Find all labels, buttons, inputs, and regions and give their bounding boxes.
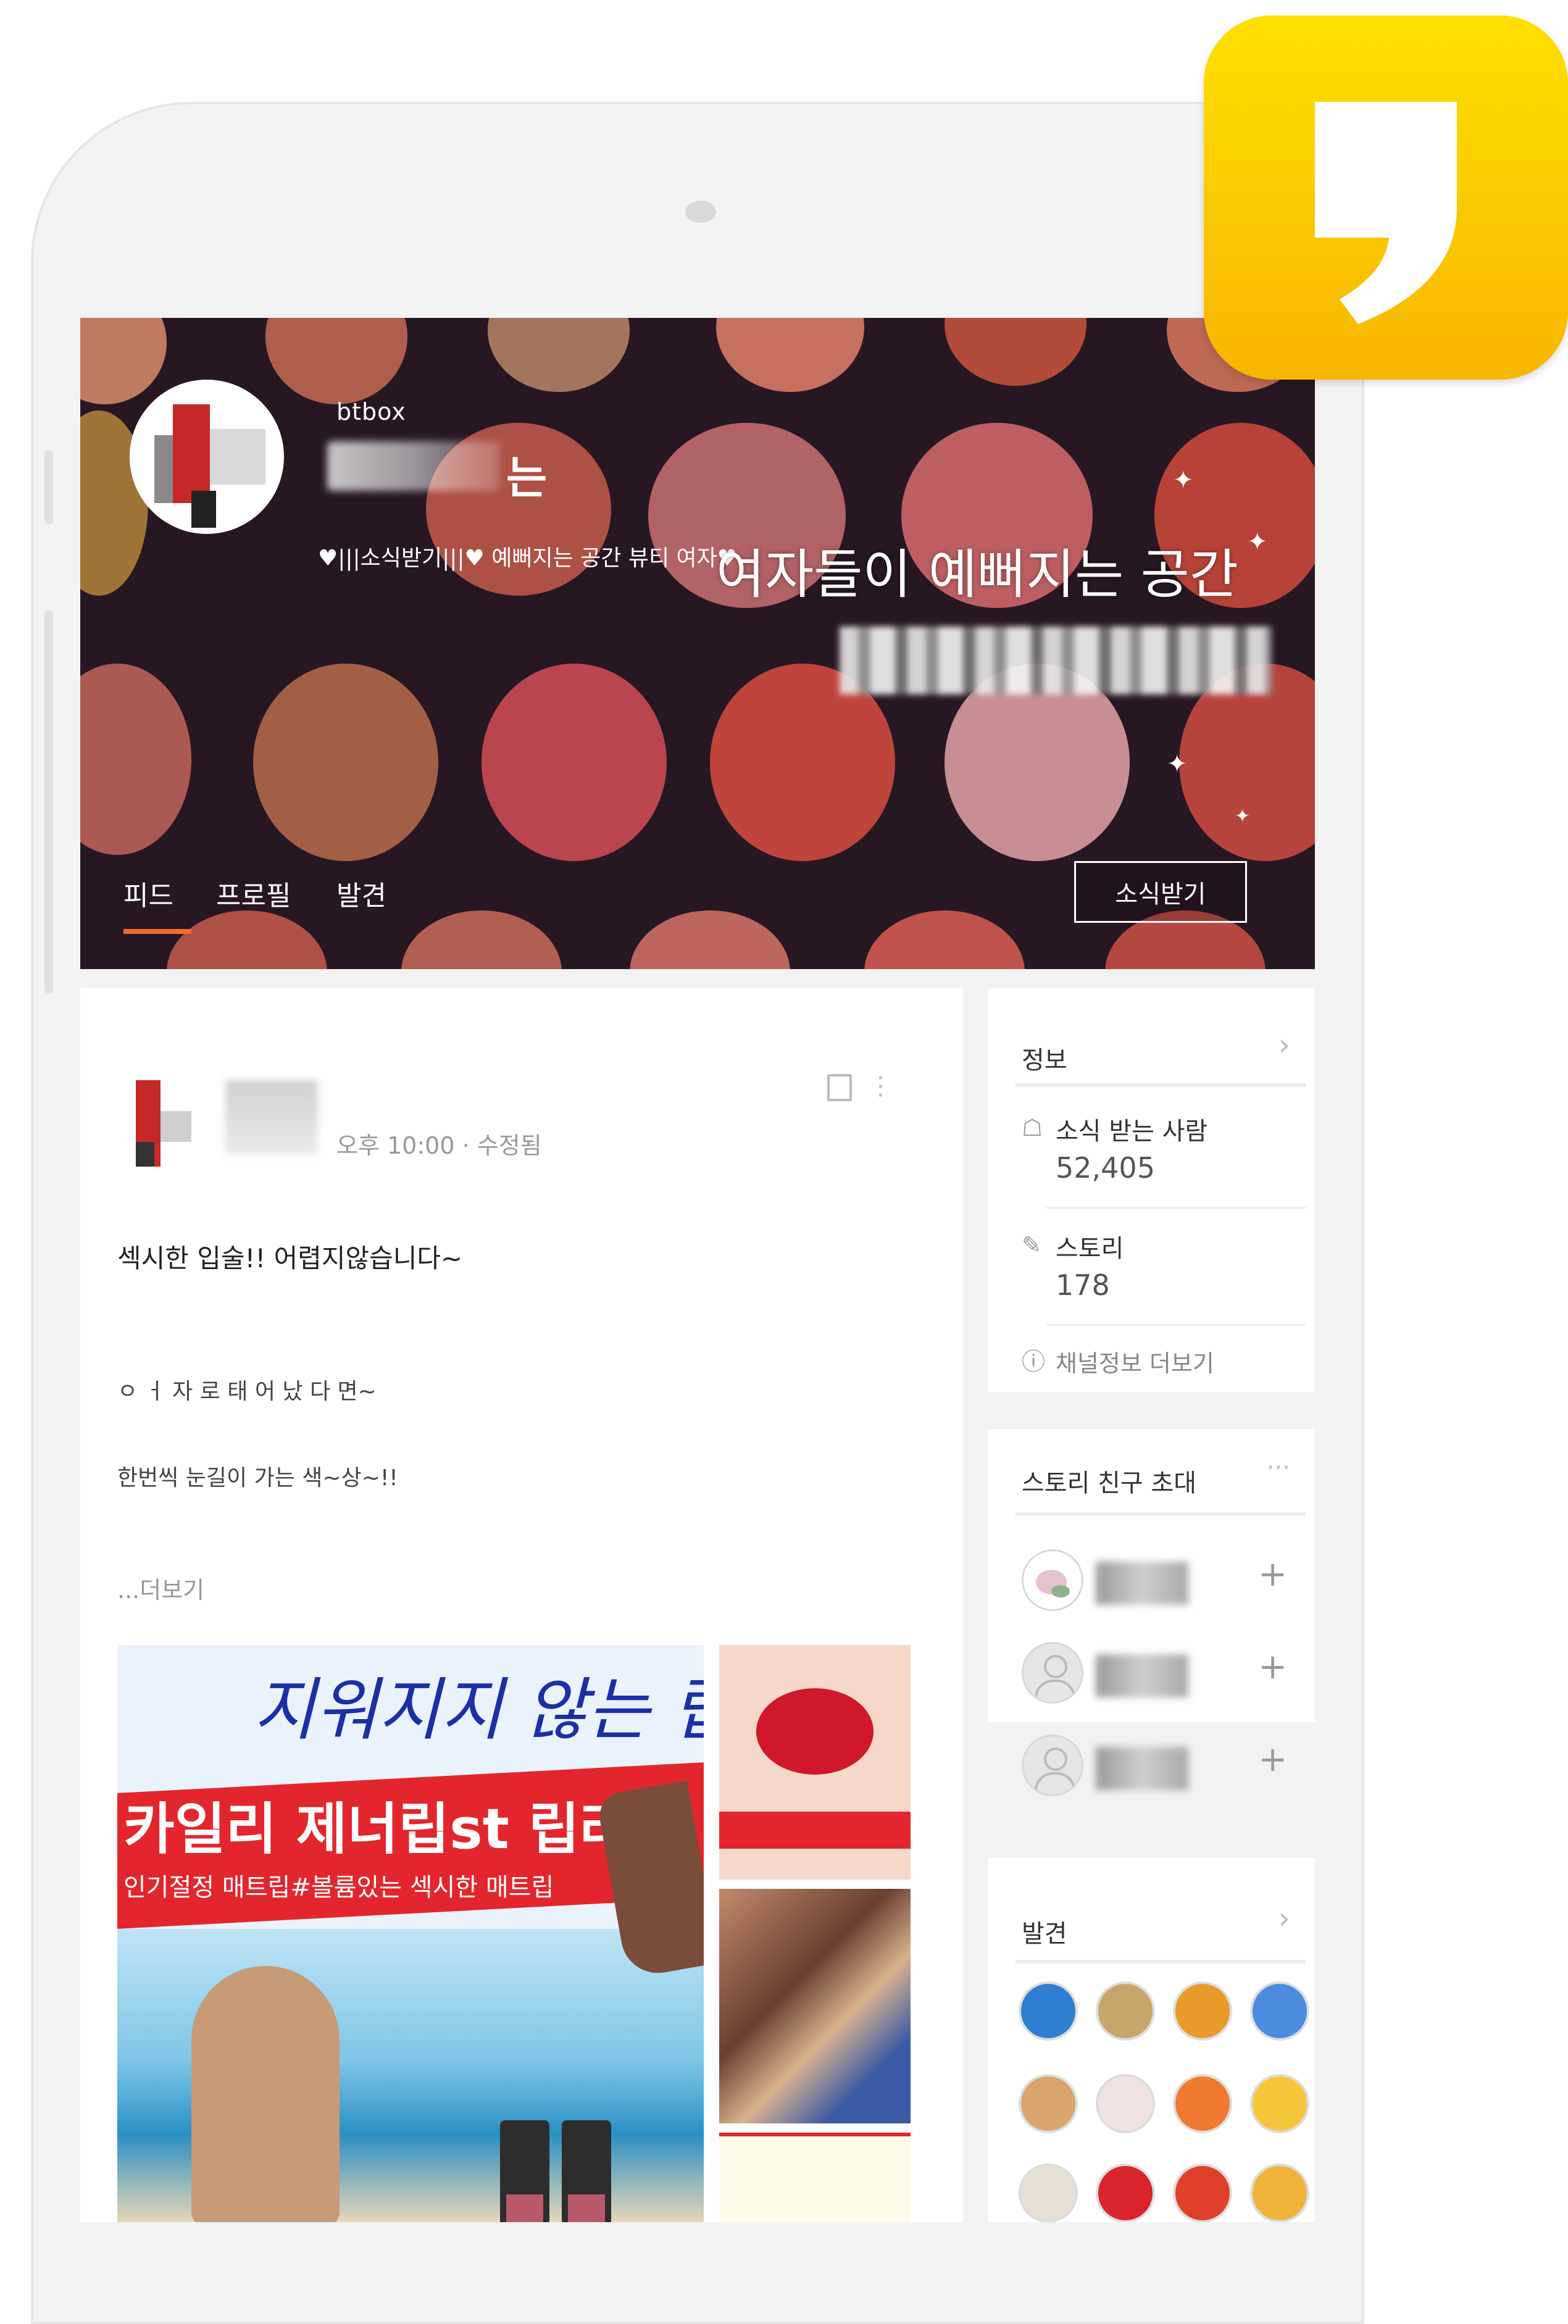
subscribers-label: 소식 받는 사람 <box>1056 1117 1208 1146</box>
channel-info-card: 정보 › ☖ 소식 받는 사람 52,405 ✎ 스토리 178 ⓘ 채널정보 … <box>988 988 1315 1392</box>
discover-channel-badge[interactable] <box>1096 1981 1155 2041</box>
post-text-line: ㅇ ㅓ 자 로 태 어 났 다 면~ <box>117 1379 377 1404</box>
tab-discover[interactable]: 발견 <box>336 873 386 913</box>
camera-icon <box>685 201 716 223</box>
friend-name-redacted <box>1096 1562 1188 1605</box>
discover-channel-badge[interactable] <box>1096 2164 1155 2222</box>
discover-channel-badge[interactable] <box>1019 1981 1078 2041</box>
channel-id: btbox <box>336 398 406 425</box>
discover-channel-badge[interactable] <box>1173 2074 1232 2133</box>
sparkle-icon: ✦ <box>1247 528 1268 556</box>
discover-channel-badge[interactable] <box>1250 2074 1309 2133</box>
post-image-thumb[interactable] <box>719 1645 911 1880</box>
side-button <box>44 610 53 993</box>
add-friend-button[interactable]: + <box>1258 1739 1287 1780</box>
post-image-thumb[interactable] <box>719 1889 911 2123</box>
read-more-link[interactable]: ...더보기 <box>117 1571 204 1605</box>
subscribe-button[interactable]: 소식받기 <box>1074 861 1247 923</box>
stories-label: 스토리 <box>1056 1235 1124 1263</box>
discover-card: 발견 › <box>988 1858 1315 2222</box>
add-friend-button[interactable]: + <box>1258 1647 1287 1687</box>
app-screen: ✦ ✦ ✦ ✦ btbox 는 ♥|||소식받기|||♥ 예뻐지는 공간 뷰티 … <box>80 318 1315 2222</box>
channel-avatar[interactable] <box>130 380 284 534</box>
subscribers-count: 52,405 <box>1056 1151 1155 1185</box>
pencil-icon: ✎ <box>1022 1231 1041 1259</box>
feed-post: 오후 10:00 · 수정됨 · · · 섹시한 입술!! 어렵지않습니다~ ㅇ ㅓ… <box>80 988 963 2222</box>
discover-card-title: 발견 <box>1022 1920 1067 1948</box>
sparkle-icon: ✦ <box>1235 806 1251 827</box>
promo-subtitle: 인기절정 매트립#볼륨있는 섹시한 매트립 <box>123 1873 554 1902</box>
add-friend-button[interactable]: + <box>1258 1554 1287 1594</box>
friend-name-redacted <box>1096 1654 1188 1697</box>
post-text-line: 섹시한 입술!! 어렵지않습니다~ <box>117 1243 463 1273</box>
tab-feed[interactable]: 피드 <box>123 873 173 913</box>
chevron-right-icon[interactable]: › <box>1278 1901 1290 1936</box>
discover-channel-badge[interactable] <box>1173 2164 1232 2222</box>
more-vertical-icon[interactable]: · · · <box>877 1066 885 1108</box>
tab-profile[interactable]: 프로필 <box>216 873 291 913</box>
friend-avatar[interactable] <box>1022 1549 1083 1611</box>
post-timestamp: 오후 10:00 · 수정됨 <box>336 1132 542 1159</box>
more-horizontal-icon[interactable]: ··· <box>1267 1454 1290 1482</box>
friend-suggestion: + <box>1022 1549 1287 1617</box>
cover-text-redacted <box>840 627 1272 694</box>
friend-name-redacted <box>1096 1747 1188 1790</box>
cover-headline: 여자들이 예뻐지는 공간 <box>716 544 1238 606</box>
kakaostory-comma-icon <box>1315 102 1457 324</box>
discover-channel-badge[interactable] <box>1250 2164 1309 2222</box>
post-image-thumb[interactable] <box>719 2133 911 2222</box>
promo-headline: 지워지지 않는 립 <box>253 1670 704 1749</box>
kakaostory-logo <box>1204 15 1568 380</box>
post-image-main[interactable]: 지워지지 않는 립 카일리 제너립st 립라커 인기절정 매트립#볼륨있는 섹시… <box>117 1645 704 2222</box>
friend-avatar[interactable] <box>1022 1642 1083 1704</box>
story-friend-invite-card: 스토리 친구 초대 ··· + + + <box>988 1429 1315 1796</box>
bookmark-icon[interactable] <box>827 1074 852 1101</box>
discover-channel-badge[interactable] <box>1250 1981 1309 2041</box>
discover-channel-badge[interactable] <box>1173 1981 1232 2041</box>
invite-card-title: 스토리 친구 초대 <box>1022 1469 1197 1497</box>
volume-button <box>44 450 53 524</box>
chevron-right-icon[interactable]: › <box>1278 1028 1290 1062</box>
discover-channel-badge[interactable] <box>1096 2074 1155 2133</box>
sparkle-icon: ✦ <box>1167 750 1188 778</box>
people-icon: ☖ <box>1022 1114 1043 1141</box>
channel-name: 는 <box>506 452 548 504</box>
info-circle-icon: ⓘ <box>1022 1348 1046 1375</box>
post-author-avatar[interactable] <box>123 1074 204 1173</box>
info-card-title: 정보 <box>1022 1046 1067 1075</box>
post-text-line: 한번씩 눈길이 가는 색~상~!! <box>117 1465 398 1491</box>
channel-info-more-link[interactable]: 채널정보 더보기 <box>1056 1344 1214 1378</box>
channel-name-redacted <box>327 441 500 491</box>
friend-avatar[interactable] <box>1022 1735 1083 1796</box>
discover-channel-badge[interactable] <box>1019 2164 1078 2222</box>
channel-cover: ✦ ✦ ✦ ✦ btbox 는 ♥|||소식받기|||♥ 예뻐지는 공간 뷰티 … <box>80 318 1315 969</box>
friend-suggestion: + <box>1022 1642 1287 1710</box>
post-author-redacted <box>225 1080 318 1154</box>
stories-count: 178 <box>1056 1268 1110 1302</box>
channel-description: ♥|||소식받기|||♥ 예뻐지는 공간 뷰티 여자♥ <box>318 546 738 571</box>
promo-title: 카일리 제너립st 립라커 <box>123 1797 682 1862</box>
active-tab-indicator <box>123 929 191 934</box>
sparkle-icon: ✦ <box>1173 466 1194 494</box>
discover-channel-badge[interactable] <box>1019 2074 1078 2133</box>
friend-suggestion: + <box>1022 1735 1287 1802</box>
